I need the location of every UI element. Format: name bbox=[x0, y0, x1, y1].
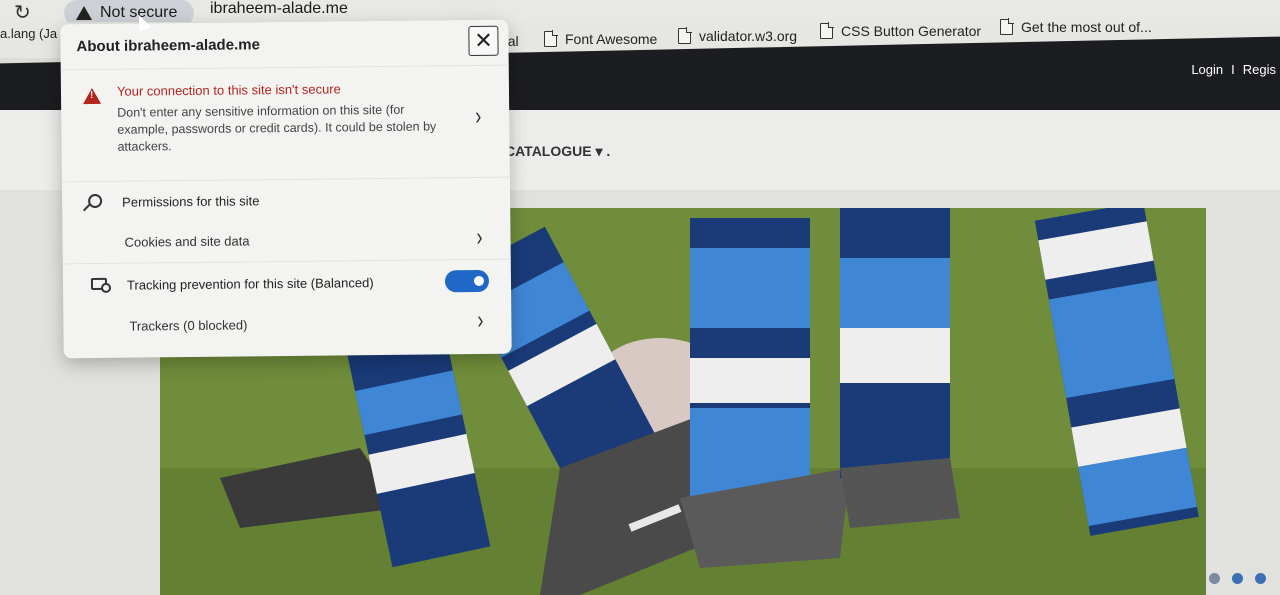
connection-security-row[interactable]: Your connection to this site isn't secur… bbox=[60, 65, 510, 183]
warning-icon bbox=[76, 6, 92, 20]
trackers-label: Trackers (0 blocked) bbox=[129, 316, 248, 334]
tracking-toggle[interactable] bbox=[444, 269, 490, 293]
carousel-dots bbox=[1209, 573, 1266, 584]
bookmark-item[interactable]: Font Awesome bbox=[544, 30, 658, 47]
cookies-row[interactable]: Cookies and site data › bbox=[62, 217, 511, 265]
connection-title: Your connection to this site isn't secur… bbox=[116, 81, 341, 99]
chevron-right-icon: › bbox=[476, 222, 483, 251]
page-icon bbox=[1000, 18, 1014, 35]
carousel-dot-active[interactable] bbox=[1232, 573, 1243, 584]
bookmark-item[interactable]: CSS Button Generator bbox=[820, 22, 982, 39]
register-link[interactable]: Regis bbox=[1243, 62, 1276, 77]
panel-header: About ibraheem-alade.me ✕ bbox=[60, 19, 509, 71]
auth-links: Login I Regis bbox=[1191, 62, 1276, 77]
page-icon bbox=[820, 22, 834, 39]
bookmark-label: CSS Button Generator bbox=[841, 23, 982, 39]
tracking-label: Tracking prevention for this site (Balan… bbox=[126, 274, 374, 293]
chevron-right-icon: › bbox=[475, 101, 482, 130]
auth-separator: I bbox=[1231, 62, 1235, 77]
bookmark-item[interactable]: a.lang (Ja bbox=[0, 26, 57, 41]
cookies-label: Cookies and site data bbox=[124, 233, 250, 250]
reload-icon[interactable]: ↻ bbox=[14, 2, 36, 24]
key-icon bbox=[88, 193, 103, 209]
carousel-dot[interactable] bbox=[1209, 573, 1220, 584]
close-icon: ✕ bbox=[474, 27, 493, 54]
permissions-heading: Permissions for this site bbox=[62, 178, 510, 223]
carousel-dot[interactable] bbox=[1255, 573, 1266, 584]
site-info-panel: About ibraheem-alade.me ✕ Your connectio… bbox=[60, 19, 512, 359]
close-button[interactable]: ✕ bbox=[468, 25, 499, 57]
warning-icon bbox=[82, 87, 102, 105]
permissions-label: Permissions for this site bbox=[122, 192, 260, 210]
bookmark-label: Get the most out of... bbox=[1021, 19, 1152, 35]
bookmark-item[interactable]: Get the most out of... bbox=[1000, 18, 1152, 35]
tracking-prevention-row: Tracking prevention for this site (Balan… bbox=[63, 260, 511, 307]
page-icon bbox=[544, 30, 558, 47]
bookmark-label: Font Awesome bbox=[565, 31, 658, 47]
trackers-row[interactable]: Trackers (0 blocked) › bbox=[63, 302, 511, 347]
tracking-icon bbox=[90, 277, 108, 291]
chevron-right-icon: › bbox=[477, 305, 484, 334]
panel-title: About ibraheem-alade.me bbox=[76, 36, 260, 56]
bookmark-item[interactable]: validator.w3.org bbox=[678, 27, 798, 44]
page-icon bbox=[678, 27, 692, 44]
bookmark-label: validator.w3.org bbox=[699, 28, 798, 44]
menu-item-catalogue[interactable]: CATALOGUE ▾ . bbox=[505, 143, 610, 160]
url-text[interactable]: ibraheem-alade.me bbox=[210, 0, 348, 18]
connection-description: Don't enter any sensitive information on… bbox=[117, 102, 437, 154]
login-link[interactable]: Login bbox=[1191, 62, 1223, 77]
